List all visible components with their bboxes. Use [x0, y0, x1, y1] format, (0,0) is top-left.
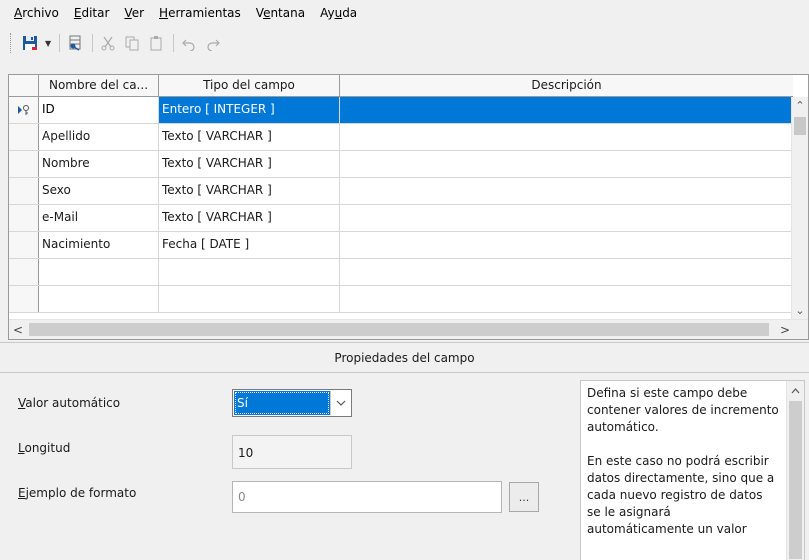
field-name-cell[interactable]: e-Mail	[39, 205, 159, 231]
format-example-field[interactable]: 0	[232, 481, 502, 513]
row-header[interactable]	[9, 286, 39, 312]
scrollbar-thumb[interactable]	[29, 323, 769, 336]
menu-ventana[interactable]: Ventana	[256, 6, 305, 20]
row-header[interactable]	[9, 151, 39, 177]
chevron-up-icon[interactable]	[787, 383, 804, 399]
field-name-cell[interactable]: Nombre	[39, 151, 159, 177]
auto-value-select[interactable]: Sí	[232, 389, 352, 417]
field-type-cell[interactable]: Texto [ VARCHAR ]	[159, 151, 340, 177]
field-type-cell[interactable]: Texto [ VARCHAR ]	[159, 205, 340, 231]
help-text-box: Defina si este campo debe contener valor…	[580, 380, 805, 560]
field-type-cell[interactable]: Texto [ VARCHAR ]	[159, 178, 340, 204]
description-cell[interactable]	[340, 259, 793, 285]
help-paragraph: Defina si este campo debe contener valor…	[587, 386, 779, 434]
description-cell[interactable]	[340, 286, 793, 312]
row-header[interactable]	[9, 232, 39, 258]
cut-icon[interactable]	[99, 34, 117, 52]
chevron-left-icon[interactable]: <	[9, 320, 27, 339]
table-row[interactable]: Sexo Texto [ VARCHAR ]	[9, 178, 793, 205]
table-row[interactable]	[9, 259, 793, 286]
redo-icon[interactable]	[204, 34, 222, 52]
field-name-cell[interactable]	[39, 286, 159, 312]
auto-value-selected[interactable]: Sí	[234, 391, 330, 415]
scrollbar-thumb[interactable]	[789, 401, 802, 559]
row-header[interactable]	[9, 178, 39, 204]
help-paragraph: En este caso no podrá escribir datos dir…	[587, 454, 775, 536]
description-cell[interactable]	[340, 205, 793, 231]
menu-ayuda[interactable]: Ayuda	[320, 6, 357, 20]
field-name-cell[interactable]: Apellido	[39, 124, 159, 150]
field-type-cell[interactable]	[159, 286, 340, 312]
grid-header: Nombre del ca... Tipo del campo Descripc…	[9, 75, 793, 97]
table-row[interactable]: Nombre Texto [ VARCHAR ]	[9, 151, 793, 178]
length-label: Longitud	[18, 441, 71, 455]
copy-icon[interactable]	[123, 34, 141, 52]
description-cell[interactable]	[340, 232, 793, 258]
format-example-label: Ejemplo de formato	[18, 486, 137, 500]
field-type-cell[interactable]: Texto [ VARCHAR ]	[159, 124, 340, 150]
chevron-down-icon[interactable]: ⌄	[792, 302, 808, 319]
description-cell[interactable]	[340, 124, 793, 150]
table-row[interactable]: Apellido Texto [ VARCHAR ]	[9, 124, 793, 151]
length-field[interactable]: 10	[232, 435, 352, 469]
table-row[interactable]: Nacimiento Fecha [ DATE ]	[9, 232, 793, 259]
menu-ver[interactable]: Ver	[124, 6, 144, 20]
field-type-cell[interactable]	[159, 259, 340, 285]
field-name-cell[interactable]: Nacimiento	[39, 232, 159, 258]
undo-icon[interactable]	[180, 34, 198, 52]
auto-value-label: Valor automático	[18, 396, 121, 410]
table-row[interactable]	[9, 286, 793, 313]
toolbar-separator	[173, 34, 175, 52]
save-icon[interactable]	[21, 34, 39, 52]
horizontal-scrollbar[interactable]: < >	[9, 319, 808, 339]
table-row[interactable]: ID Entero [ INTEGER ]	[9, 97, 793, 124]
field-type-cell[interactable]: Fecha [ DATE ]	[159, 232, 340, 258]
chevron-down-icon[interactable]	[330, 391, 350, 415]
description-cell[interactable]	[340, 97, 793, 123]
chevron-up-icon[interactable]: ⌃	[792, 97, 808, 114]
menu-editar[interactable]: Editar	[74, 6, 110, 20]
help-text: Defina si este campo debe contener valor…	[587, 385, 779, 555]
menu-archivo[interactable]: Archivo	[14, 6, 59, 20]
description-cell[interactable]	[340, 178, 793, 204]
table-row[interactable]: e-Mail Texto [ VARCHAR ]	[9, 205, 793, 232]
field-type-cell[interactable]: Entero [ INTEGER ]	[159, 97, 340, 123]
help-scrollbar[interactable]	[786, 381, 804, 560]
format-browse-button[interactable]: ...	[509, 482, 539, 512]
chevron-right-icon[interactable]: >	[776, 320, 794, 339]
toolbar-grip[interactable]	[10, 33, 13, 53]
column-header-field-type[interactable]: Tipo del campo	[159, 75, 340, 97]
field-name-cell[interactable]: ID	[39, 97, 159, 123]
scrollbar-thumb[interactable]	[794, 117, 806, 135]
panel-title: Propiedades del campo	[0, 343, 809, 373]
column-header-field-name[interactable]: Nombre del ca...	[39, 75, 159, 97]
grid-body: ID Entero [ INTEGER ] Apellido Texto [ V…	[9, 97, 793, 313]
toolbar-separator	[59, 34, 61, 52]
primary-key-icon	[17, 105, 29, 115]
vertical-scrollbar[interactable]: ⌃ ⌄	[791, 97, 808, 319]
column-header-description[interactable]: Descripción	[340, 75, 793, 97]
description-cell[interactable]	[340, 151, 793, 177]
primary-key-icon[interactable]	[66, 34, 84, 52]
menu-herramientas[interactable]: Herramientas	[159, 6, 241, 20]
row-header[interactable]	[9, 97, 39, 123]
row-header[interactable]	[9, 259, 39, 285]
dropdown-arrow-icon[interactable]: ▼	[45, 39, 51, 48]
toolbar-separator	[92, 34, 94, 52]
row-header[interactable]	[9, 205, 39, 231]
menu-bar: Archivo Editar Ver Herramientas Ventana …	[0, 0, 809, 26]
paste-icon[interactable]	[147, 34, 165, 52]
table-design-grid: Nombre del ca... Tipo del campo Descripc…	[8, 74, 809, 340]
row-header-corner	[9, 75, 39, 97]
field-name-cell[interactable]: Sexo	[39, 178, 159, 204]
row-header[interactable]	[9, 124, 39, 150]
field-name-cell[interactable]	[39, 259, 159, 285]
toolbar: ▼	[0, 26, 809, 60]
